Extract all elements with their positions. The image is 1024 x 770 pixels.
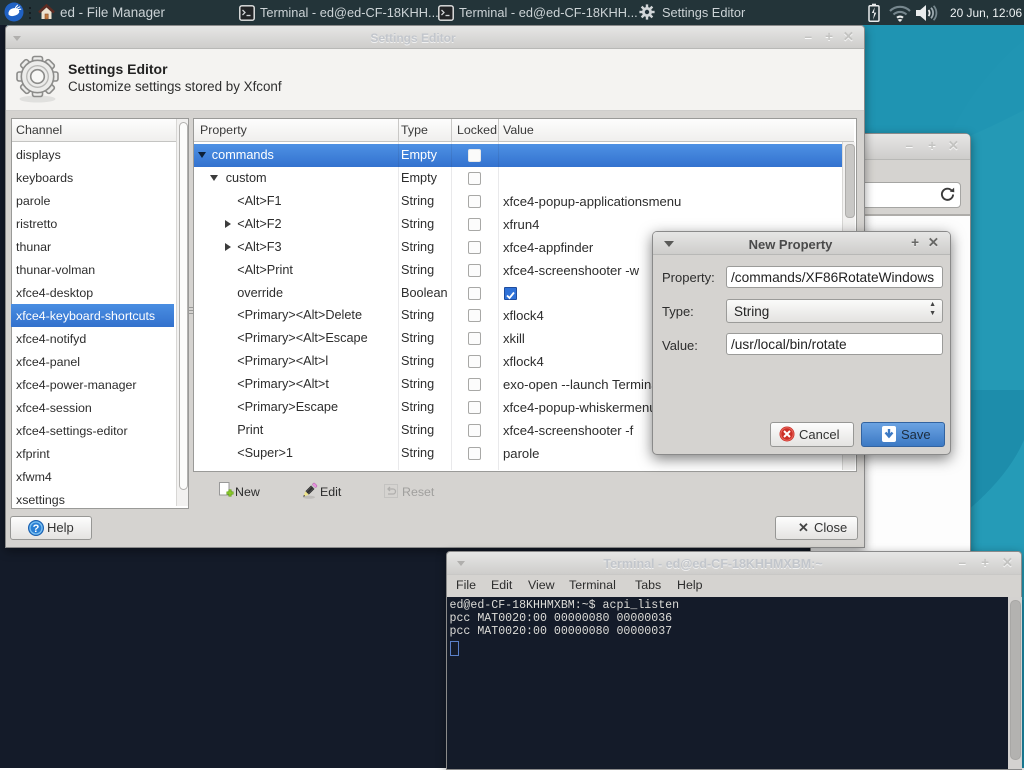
- svg-text:?: ?: [33, 523, 40, 535]
